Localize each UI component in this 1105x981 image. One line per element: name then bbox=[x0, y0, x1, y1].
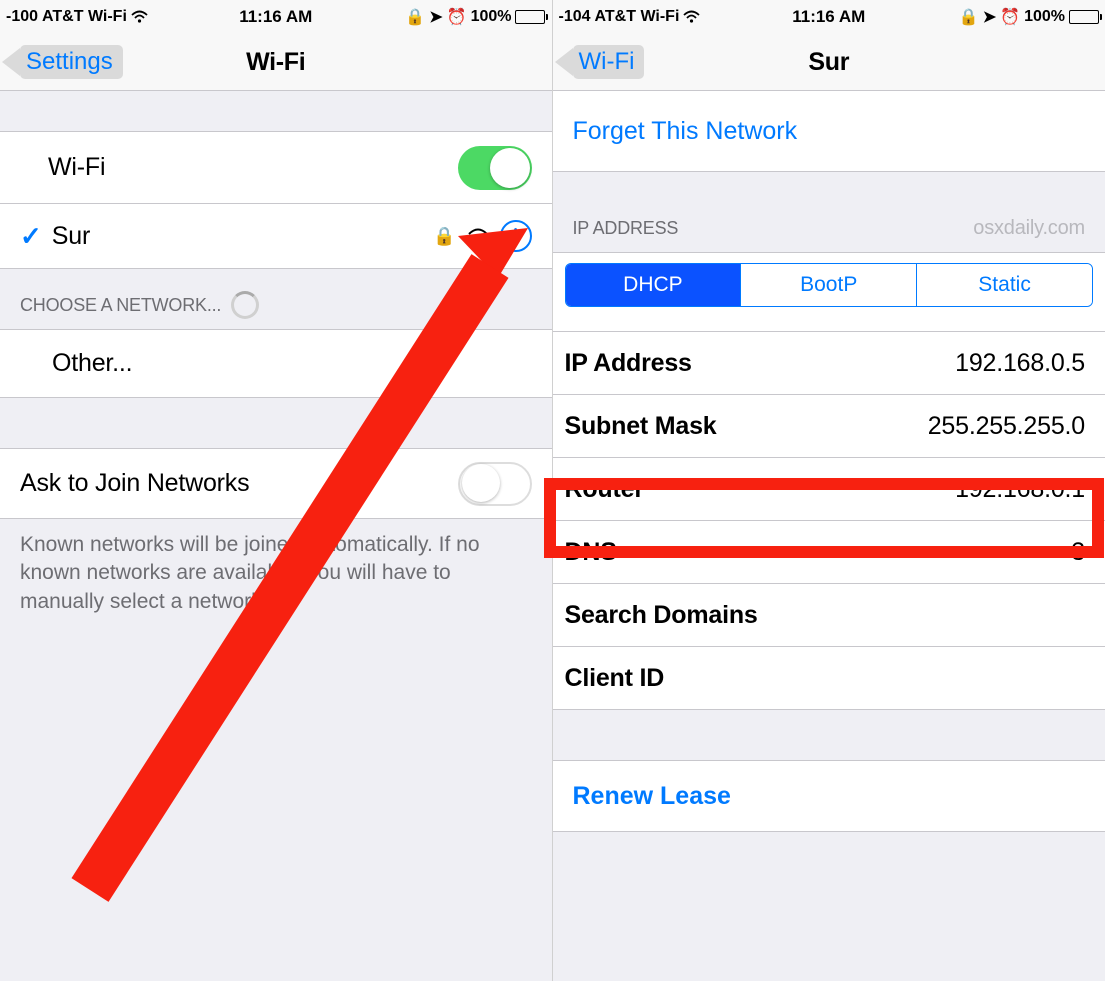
wifi-label: Wi-Fi bbox=[48, 153, 105, 182]
battery-percent: 100% bbox=[1024, 8, 1065, 26]
tab-dhcp[interactable]: DHCP bbox=[566, 264, 741, 306]
watermark: osxdaily.com bbox=[973, 217, 1085, 240]
client-id-label: Client ID bbox=[565, 664, 665, 693]
wifi-icon bbox=[683, 11, 700, 24]
ip-address-value: 192.168.0.5 bbox=[955, 349, 1085, 378]
signal-strength: -100 bbox=[6, 8, 38, 26]
status-bar: -100 AT&T Wi-Fi 11:16 AM 🔒 ➤ ⏰ 100% bbox=[0, 0, 552, 34]
router-highlight-box bbox=[544, 478, 1104, 558]
lock-icon: 🔒 bbox=[959, 7, 979, 27]
signal-strength: -104 bbox=[559, 8, 591, 26]
battery-percent: 100% bbox=[471, 8, 512, 26]
wifi-toggle-row: Wi-Fi bbox=[0, 131, 552, 204]
status-bar: -104 AT&T Wi-Fi 11:16 AM 🔒 ➤ ⏰ 100% bbox=[553, 0, 1105, 34]
back-label: Wi-Fi bbox=[573, 48, 635, 76]
search-domains-row[interactable]: Search Domains bbox=[553, 584, 1105, 647]
search-domains-label: Search Domains bbox=[565, 601, 758, 630]
ip-address-row: IP Address 192.168.0.5 bbox=[553, 332, 1105, 395]
ip-address-label: IP Address bbox=[565, 349, 692, 378]
back-button[interactable]: Wi-Fi bbox=[573, 45, 645, 79]
subnet-label: Subnet Mask bbox=[565, 412, 717, 441]
carrier-label: AT&T Wi-Fi bbox=[42, 8, 127, 26]
tab-bootp[interactable]: BootP bbox=[740, 264, 916, 306]
alarm-icon: ⏰ bbox=[1000, 7, 1020, 27]
renew-lease-link: Renew Lease bbox=[573, 782, 731, 811]
battery-icon bbox=[1069, 10, 1099, 24]
tab-static[interactable]: Static bbox=[916, 264, 1092, 306]
forget-network-row[interactable]: Forget This Network bbox=[553, 91, 1105, 172]
forget-network-link: Forget This Network bbox=[573, 117, 798, 146]
ip-address-header: IP ADDRESS osxdaily.com bbox=[553, 172, 1105, 252]
back-button[interactable]: Settings bbox=[20, 45, 123, 79]
ip-mode-segmented[interactable]: DHCP BootP Static bbox=[565, 263, 1094, 307]
chevron-left-icon bbox=[555, 48, 573, 76]
annotation-arrow-icon bbox=[60, 210, 540, 900]
lock-icon: 🔒 bbox=[405, 7, 425, 27]
navbar: Wi-Fi Sur bbox=[553, 34, 1105, 91]
carrier-label: AT&T Wi-Fi bbox=[595, 8, 680, 26]
subnet-value: 255.255.255.0 bbox=[928, 412, 1085, 441]
wifi-icon bbox=[131, 11, 148, 24]
chevron-left-icon bbox=[2, 48, 20, 76]
back-label: Settings bbox=[20, 48, 113, 76]
clock: 11:16 AM bbox=[739, 7, 919, 27]
location-icon: ➤ bbox=[983, 7, 996, 27]
navbar: Settings Wi-Fi bbox=[0, 34, 552, 91]
subnet-row: Subnet Mask 255.255.255.0 bbox=[553, 395, 1105, 458]
renew-lease-row[interactable]: Renew Lease bbox=[553, 760, 1105, 832]
checkmark-icon: ✓ bbox=[20, 221, 42, 252]
location-icon: ➤ bbox=[429, 7, 442, 27]
clock: 11:16 AM bbox=[186, 7, 366, 27]
battery-icon bbox=[515, 10, 545, 24]
wifi-toggle[interactable] bbox=[458, 146, 532, 190]
client-id-row[interactable]: Client ID bbox=[553, 647, 1105, 709]
ip-header-label: IP ADDRESS bbox=[573, 218, 679, 239]
alarm-icon: ⏰ bbox=[447, 7, 467, 27]
